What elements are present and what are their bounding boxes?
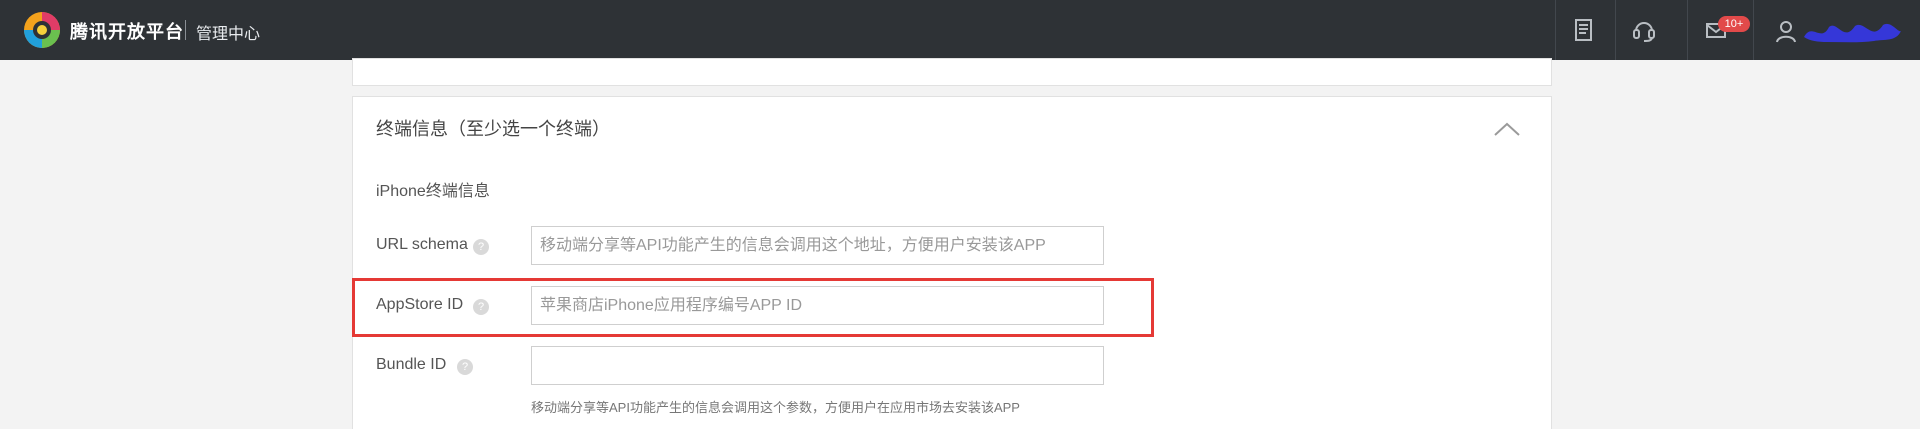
- bundle-id-row: Bundle ID ?: [376, 346, 1176, 385]
- bundle-id-hint: 移动端分享等API功能产生的信息会调用这个参数，方便用户在应用市场去安装该APP: [531, 400, 1020, 415]
- management-center-title[interactable]: 管理中心: [196, 20, 260, 44]
- user-icon: [1776, 21, 1796, 43]
- terminal-info-section: 终端信息（至少选一个终端） iPhone终端信息 URL schema ? Ap…: [352, 96, 1552, 429]
- url-schema-input[interactable]: [531, 226, 1104, 265]
- brand-name[interactable]: 腾讯开放平台: [70, 18, 184, 44]
- support-headset-icon: [1632, 22, 1655, 42]
- appstore-id-highlight: [352, 278, 1154, 337]
- top-navigation-bar: 腾讯开放平台 管理中心 10+: [0, 0, 1920, 60]
- url-schema-label: URL schema: [376, 236, 468, 253]
- message-count-badge: 10+: [1718, 16, 1750, 32]
- messages-button[interactable]: 10+: [1687, 0, 1750, 60]
- collapse-arrow-icon[interactable]: [1493, 121, 1521, 137]
- documents-button[interactable]: [1555, 0, 1611, 60]
- bundle-id-input[interactable]: [531, 346, 1104, 385]
- brand-logo-icon[interactable]: [22, 10, 62, 50]
- help-icon[interactable]: ?: [457, 359, 473, 375]
- document-icon: [1574, 19, 1592, 41]
- redaction-scribble: [1804, 23, 1901, 43]
- url-schema-row: URL schema ?: [376, 226, 1176, 265]
- section-title: 终端信息（至少选一个终端）: [376, 119, 610, 139]
- bundle-id-label: Bundle ID: [376, 356, 447, 373]
- iphone-terminal-heading: iPhone终端信息: [376, 183, 490, 200]
- brand-divider: [185, 20, 186, 40]
- user-menu[interactable]: [1753, 0, 1913, 60]
- previous-section-card: [352, 58, 1552, 86]
- help-icon[interactable]: ?: [473, 239, 489, 255]
- customer-support-button[interactable]: [1615, 0, 1671, 60]
